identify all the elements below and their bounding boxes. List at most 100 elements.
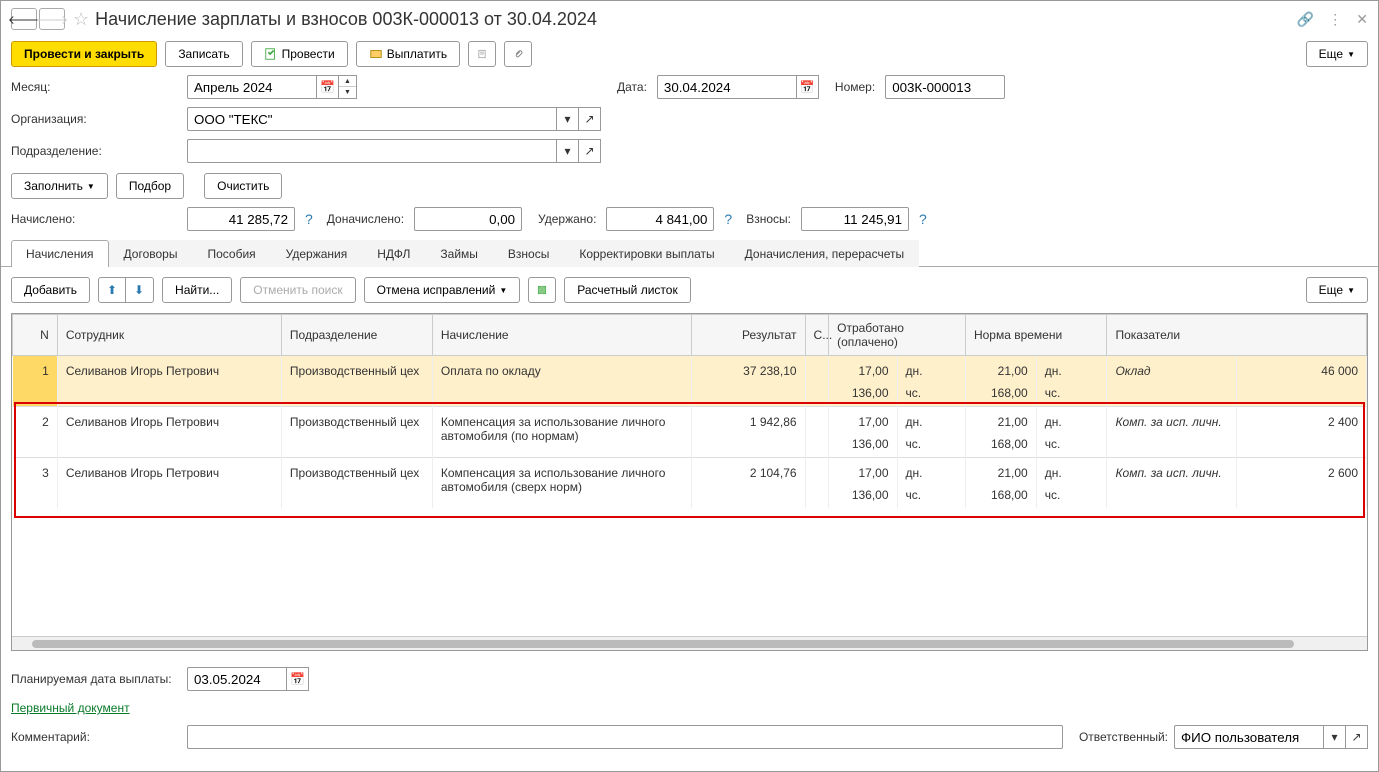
link-icon[interactable]: 🔗 [1297, 11, 1314, 28]
calendar-icon[interactable]: 📅 [797, 75, 819, 99]
more-button[interactable]: Еще ▼ [1306, 41, 1368, 67]
tab-contrib[interactable]: Взносы [493, 240, 564, 267]
cell-indicator-value: 46 000 [1237, 356, 1367, 407]
add-row-button[interactable]: Добавить [11, 277, 90, 303]
save-button[interactable]: Записать [165, 41, 242, 67]
calendar-icon[interactable]: 📅 [317, 75, 339, 99]
move-up-button[interactable]: ⬆ [98, 277, 126, 303]
table-more-button[interactable]: Еще ▼ [1306, 277, 1368, 303]
cell-dept: Производственный цех [281, 356, 432, 407]
nav-forward-button[interactable]: 🡒 [39, 8, 65, 30]
tab-contracts[interactable]: Договоры [109, 240, 193, 267]
col-accrual[interactable]: Начисление [432, 315, 691, 356]
dropdown-icon[interactable]: ▾ [1324, 725, 1346, 749]
cell-unit: дн. [1036, 356, 1107, 383]
resp-label: Ответственный: [1079, 730, 1168, 744]
payslip-button[interactable]: Расчетный листок [564, 277, 690, 303]
dropdown-icon[interactable]: ▾ [557, 139, 579, 163]
col-norm[interactable]: Норма времени [965, 315, 1107, 356]
table-row[interactable]: 1 Селиванов Игорь Петрович Производствен… [13, 356, 1367, 383]
hint-icon[interactable]: ? [724, 211, 732, 227]
addl-value[interactable] [414, 207, 522, 231]
open-icon[interactable]: ↗ [579, 139, 601, 163]
cell-unit: дн. [897, 356, 965, 383]
open-icon[interactable]: ↗ [579, 107, 601, 131]
comment-label: Комментарий: [11, 730, 181, 744]
table-row[interactable]: 2 Селиванов Игорь Петрович Производствен… [13, 407, 1367, 434]
pay-label: Выплатить [387, 47, 448, 61]
cell-worked-hours: 136,00 [829, 484, 897, 508]
dropdown-icon[interactable]: ▾ [557, 107, 579, 131]
cancel-fix-button[interactable]: Отмена исправлений ▼ [364, 277, 521, 303]
tab-accruals[interactable]: Начисления [11, 240, 109, 267]
tab-deductions[interactable]: Удержания [271, 240, 363, 267]
hint-icon[interactable]: ? [305, 211, 313, 227]
cell-n: 1 [13, 356, 58, 407]
dept-input[interactable] [187, 139, 557, 163]
pay-button[interactable]: Выплатить [356, 41, 461, 67]
open-icon[interactable]: ↗ [1346, 725, 1368, 749]
date-input[interactable] [657, 75, 797, 99]
cancel-fix-label: Отмена исправлений [377, 283, 496, 297]
table-row[interactable]: 3 Селиванов Игорь Петрович Производствен… [13, 458, 1367, 485]
col-dept[interactable]: Подразделение [281, 315, 432, 356]
addl-label: Доначислено: [327, 212, 404, 226]
resp-input[interactable] [1174, 725, 1324, 749]
post-close-button[interactable]: Провести и закрыть [11, 41, 157, 67]
more-label: Еще [1319, 47, 1343, 61]
clear-button[interactable]: Очистить [204, 173, 282, 199]
plan-date-input[interactable] [187, 667, 287, 691]
favorite-icon[interactable]: ☆ [73, 9, 89, 30]
post-button[interactable]: Провести [251, 41, 348, 67]
cell-indicator-value: 2 600 [1237, 458, 1367, 509]
cell-indicator: Комп. за исп. личн. [1107, 407, 1237, 458]
col-indicators[interactable]: Показатели [1107, 315, 1367, 356]
attach-button[interactable] [504, 41, 532, 67]
tab-loans[interactable]: Займы [425, 240, 493, 267]
report-button[interactable] [468, 41, 496, 67]
kebab-icon[interactable]: ⋮ [1328, 11, 1342, 28]
month-input[interactable] [187, 75, 317, 99]
show-details-button[interactable] [528, 277, 556, 303]
org-input[interactable] [187, 107, 557, 131]
number-input[interactable] [885, 75, 1005, 99]
close-icon[interactable]: ✕ [1356, 11, 1368, 28]
comment-input[interactable] [187, 725, 1063, 749]
cell-unit: дн. [1036, 407, 1107, 434]
cell-n: 2 [13, 407, 58, 458]
cell-unit: дн. [897, 407, 965, 434]
pick-button[interactable]: Подбор [116, 173, 184, 199]
calendar-icon[interactable]: 📅 [287, 667, 309, 691]
tab-corrections[interactable]: Корректировки выплаты [564, 240, 729, 267]
fill-button[interactable]: Заполнить ▼ [11, 173, 108, 199]
tab-benefits[interactable]: Пособия [192, 240, 270, 267]
nav-back-button[interactable]: 🡐 [11, 8, 37, 30]
cell-dept: Производственный цех [281, 458, 432, 509]
cell-employee: Селиванов Игорь Петрович [57, 458, 281, 509]
primary-doc-link[interactable]: Первичный документ [11, 701, 130, 715]
contrib-value[interactable] [801, 207, 909, 231]
month-stepper[interactable]: ▲▼ [339, 75, 357, 99]
cell-accrual: Оплата по окладу [432, 356, 691, 407]
cancel-find-button[interactable]: Отменить поиск [240, 277, 355, 303]
cell-norm-days: 21,00 [965, 356, 1036, 383]
cell-unit: чс. [897, 484, 965, 508]
horizontal-scrollbar[interactable] [12, 636, 1367, 650]
col-s[interactable]: С... [805, 315, 829, 356]
plan-date-label: Планируемая дата выплаты: [11, 672, 181, 686]
tab-recalc[interactable]: Доначисления, перерасчеты [730, 240, 919, 267]
cell-norm-hours: 168,00 [965, 433, 1036, 458]
col-result[interactable]: Результат [692, 315, 805, 356]
col-worked[interactable]: Отработано (оплачено) [829, 315, 966, 356]
move-down-button[interactable]: ⬇ [126, 277, 154, 303]
col-n[interactable]: N [13, 315, 58, 356]
accrued-value[interactable] [187, 207, 295, 231]
find-button[interactable]: Найти... [162, 277, 232, 303]
hint-icon[interactable]: ? [919, 211, 927, 227]
cell-norm-days: 21,00 [965, 458, 1036, 485]
cell-result: 1 942,86 [692, 407, 805, 458]
cell-norm-hours: 168,00 [965, 382, 1036, 407]
withheld-value[interactable] [606, 207, 714, 231]
col-employee[interactable]: Сотрудник [57, 315, 281, 356]
tab-ndfl[interactable]: НДФЛ [362, 240, 425, 267]
